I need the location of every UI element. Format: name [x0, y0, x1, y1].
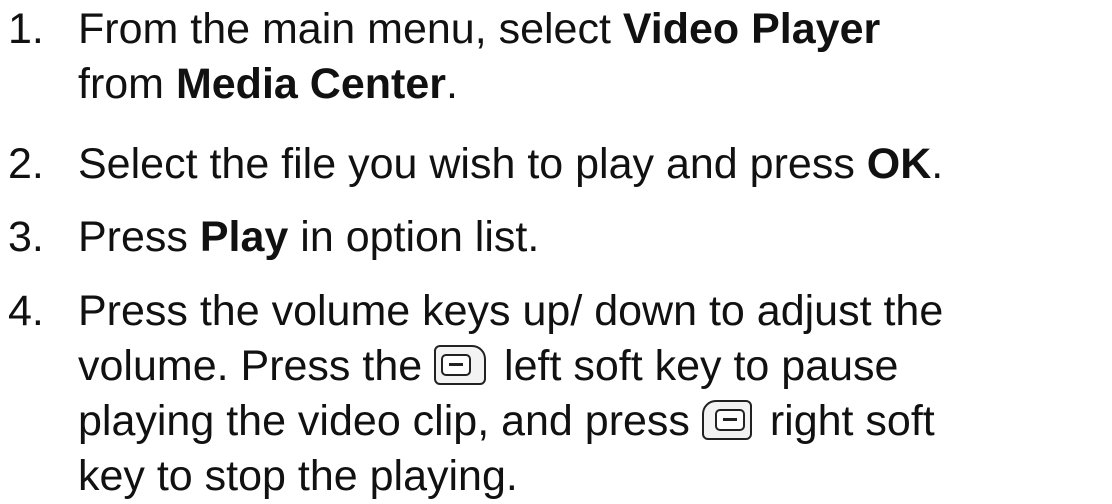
bold-term: Media Center — [175, 60, 446, 108]
step-text: in option list. — [288, 213, 540, 261]
step-text: right soft — [757, 397, 935, 445]
bold-term: OK — [866, 140, 932, 188]
step-3-line-1: 3. Press Play in option list. — [8, 210, 1112, 265]
step-4-line-3: playing the video clip, and press right … — [8, 394, 1112, 449]
bold-term: Video Player — [622, 5, 881, 53]
step-text: playing the video clip, and press — [78, 397, 702, 445]
step-2-line-1: 2. Select the file you wish to play and p… — [8, 137, 1112, 192]
step-4-line-2: volume. Press the left soft key to pause — [8, 339, 1112, 394]
minus-icon — [441, 353, 472, 376]
step-text: Press the volume keys up/ down to adjust… — [78, 287, 944, 335]
step-2: 2. Select the file you wish to play and p… — [8, 137, 1112, 192]
instruction-list: 1. From the main menu, select Video Playe… — [0, 0, 1112, 502]
step-1-line-1: 1. From the main menu, select Video Playe… — [8, 2, 1112, 57]
step-number: 3. — [8, 213, 44, 261]
step-text: . — [931, 140, 944, 188]
step-number: 2. — [8, 140, 44, 188]
step-number: 4. — [8, 287, 44, 335]
step-text: . — [445, 60, 458, 108]
step-text: volume. Press the — [78, 342, 435, 390]
step-4: 4. Press the volume keys up/ down to adju… — [8, 284, 1112, 504]
step-text: From the main menu, select — [78, 5, 623, 53]
step-text: from — [78, 60, 176, 108]
minus-icon — [714, 408, 745, 431]
step-text: Press — [78, 213, 200, 261]
step-3: 3. Press Play in option list. — [8, 210, 1112, 265]
bold-term: Play — [199, 213, 289, 261]
step-text: left soft key to pause — [492, 342, 899, 390]
left-soft-key-icon — [434, 344, 487, 385]
step-1: 1. From the main menu, select Video Playe… — [8, 2, 1112, 112]
step-text: key to stop the playing. — [78, 452, 518, 500]
step-text: Select the file you wish to play and pre… — [78, 140, 867, 188]
step-4-line-4: key to stop the playing. — [8, 449, 1112, 504]
step-4-line-1: 4. Press the volume keys up/ down to adju… — [8, 284, 1112, 339]
step-1-line-2: from Media Center. — [8, 57, 1112, 112]
right-soft-key-icon — [701, 399, 752, 440]
step-number: 1. — [8, 5, 44, 53]
